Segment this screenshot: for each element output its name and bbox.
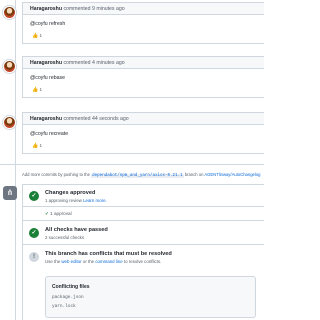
comment-header: Haragaroshu commented 4 minutes ago [23, 57, 264, 69]
check-circle-icon: ✓ [29, 228, 39, 238]
approved-title: Changes approved [45, 190, 96, 196]
comment-body: @coyfu rebase [30, 75, 65, 81]
conflicting-file[interactable]: package.json [52, 295, 84, 300]
conflicting-file[interactable]: yarn.lock [52, 304, 76, 309]
conflict-subtitle: Use the web editor or the command line t… [45, 259, 161, 264]
push-note-prefix: Add more commits by pushing to the [22, 172, 90, 177]
comment-action: commented [63, 60, 91, 66]
conflict-sub-mid: or the [82, 259, 95, 264]
git-merge-icon: ⋔ [3, 186, 17, 200]
command-line-link[interactable]: command line [95, 259, 122, 264]
approved-subtitle: 1 approving review Learn more. [45, 198, 107, 203]
check-icon: ✓ [45, 211, 49, 216]
thumbs-up-icon: 👍 [32, 143, 39, 149]
conflict-title: This branch has conflicts that must be r… [45, 251, 172, 257]
timeline-line [15, 0, 16, 320]
conflicting-files-box: Conflicting files package.json yarn.lock [45, 276, 256, 318]
comment-body: @coyfu refresh [30, 21, 66, 27]
approval-count: ✓ 1 approval [45, 211, 72, 217]
reaction-button[interactable]: 👍 1 [30, 142, 45, 149]
comment-body: @coyfu recreate [30, 131, 69, 137]
comment-action: commented [63, 6, 91, 12]
comment-author[interactable]: Haragaroshu [30, 60, 62, 66]
branch-name[interactable]: dependabot/npm_and_yarn/axios-0.21.1 [91, 174, 184, 178]
checks-status-row[interactable]: ✓ All checks have passed 2 successful ch… [23, 221, 264, 245]
comment-box: Haragaroshu commented 44 seconds ago @co… [22, 112, 264, 154]
thumbs-up-icon: 👍 [32, 33, 39, 39]
push-note-middle: branch on [184, 172, 204, 177]
review-status-row[interactable]: ✓ Changes approved 1 approving review Le… [23, 185, 264, 207]
approved-sub-text: 1 approving review [45, 198, 82, 203]
comment-item: Haragaroshu commented 9 minutes ago @coy… [0, 2, 264, 46]
comment-box: Haragaroshu commented 4 minutes ago @coy… [22, 56, 264, 98]
thumbs-up-icon: 👍 [32, 87, 39, 93]
comment-header: Haragaroshu commented 9 minutes ago [23, 3, 264, 15]
repo-link[interactable]: AGENTlinway/AutoChangelog [204, 172, 260, 177]
reaction-button[interactable]: 👍 1 [30, 86, 45, 93]
comment-action: commented [63, 116, 91, 122]
comment-time[interactable]: 9 minutes ago [92, 6, 125, 12]
merge-box: ✓ Changes approved 1 approving review Le… [22, 184, 264, 320]
checks-title: All checks have passed [45, 227, 108, 233]
comment-item: Haragaroshu commented 4 minutes ago @coy… [0, 56, 264, 100]
avatar[interactable] [3, 60, 16, 73]
reaction-count: 1 [39, 33, 43, 38]
conflict-row: ! This branch has conflicts that must be… [23, 245, 264, 320]
timeline-divider [0, 164, 264, 165]
avatar[interactable] [3, 6, 16, 19]
comment-author[interactable]: Haragaroshu [30, 6, 62, 12]
comment-box: Haragaroshu commented 9 minutes ago @coy… [22, 2, 264, 44]
learn-more-link[interactable]: Learn more. [83, 198, 107, 203]
push-note: Add more commits by pushing to the depen… [22, 171, 264, 179]
avatar[interactable] [3, 116, 16, 129]
comment-time[interactable]: 44 seconds ago [92, 116, 129, 122]
conflicting-files-title: Conflicting files [52, 284, 90, 290]
reaction-button[interactable]: 👍 1 [30, 32, 45, 39]
web-editor-link[interactable]: web editor [61, 259, 81, 264]
conflict-sub-suffix: to resolve conflicts. [123, 259, 162, 264]
comment-author[interactable]: Haragaroshu [30, 116, 62, 122]
reaction-count: 1 [39, 143, 43, 148]
approval-label: 1 approval [50, 211, 72, 216]
comment-header: Haragaroshu commented 44 seconds ago [23, 113, 264, 125]
reaction-count: 1 [39, 87, 43, 92]
comment-time[interactable]: 4 minutes ago [92, 60, 125, 66]
check-circle-icon: ✓ [29, 191, 39, 201]
checks-subtitle: 2 successful checks [45, 235, 85, 240]
alert-icon: ! [29, 252, 39, 262]
comment-item: Haragaroshu commented 44 seconds ago @co… [0, 112, 264, 156]
conflict-sub-prefix: Use the [45, 259, 61, 264]
approval-row[interactable]: ✓ 1 approval [23, 207, 264, 221]
